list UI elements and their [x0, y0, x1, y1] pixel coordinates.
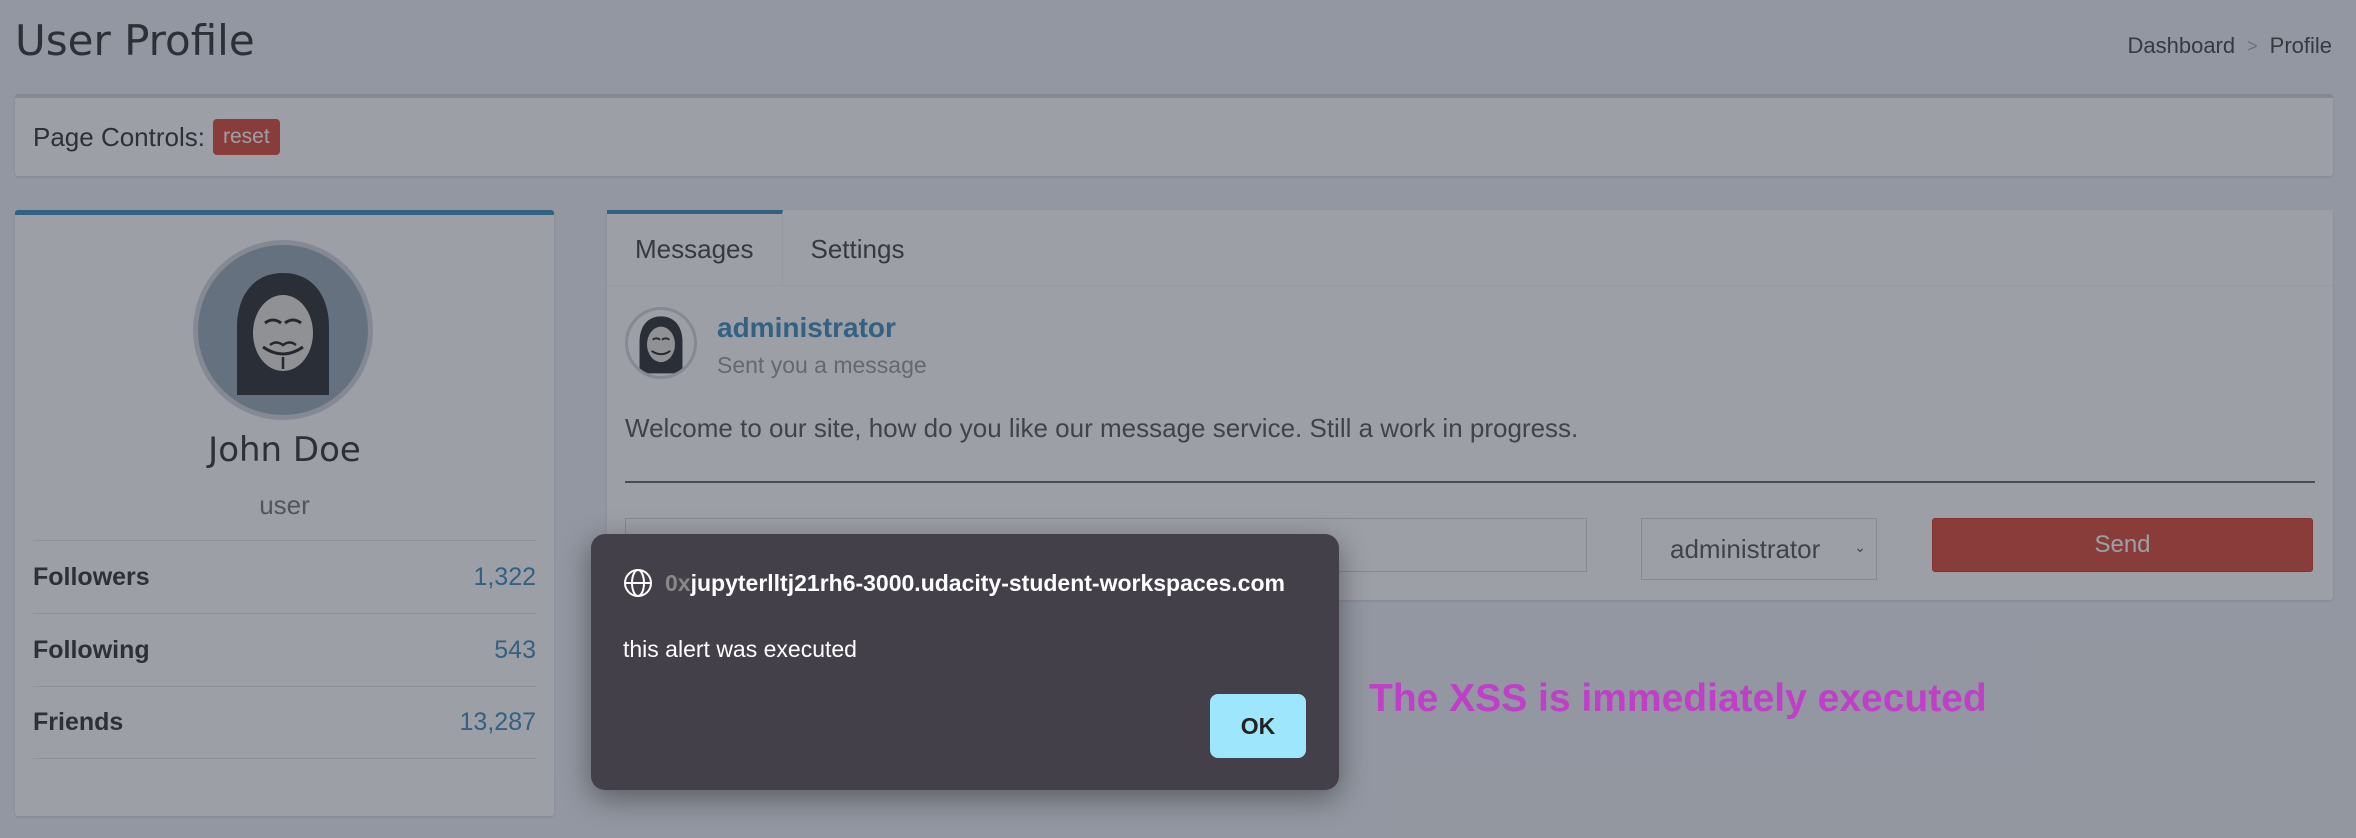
- alert-message: this alert was executed: [623, 636, 857, 662]
- annotation-text: The XSS is immediately executed: [1369, 677, 1987, 720]
- alert-origin-faded: 0x: [665, 569, 691, 596]
- alert-origin-host: jupyterlltj21rh6-3000.udacity-student-wo…: [690, 569, 1285, 596]
- alert-origin: 0x jupyterlltj21rh6-3000.udacity-student-…: [623, 568, 1285, 598]
- ok-button[interactable]: OK: [1210, 694, 1306, 758]
- alert-dialog: 0x jupyterlltj21rh6-3000.udacity-student-…: [591, 534, 1339, 790]
- globe-icon: [624, 569, 652, 597]
